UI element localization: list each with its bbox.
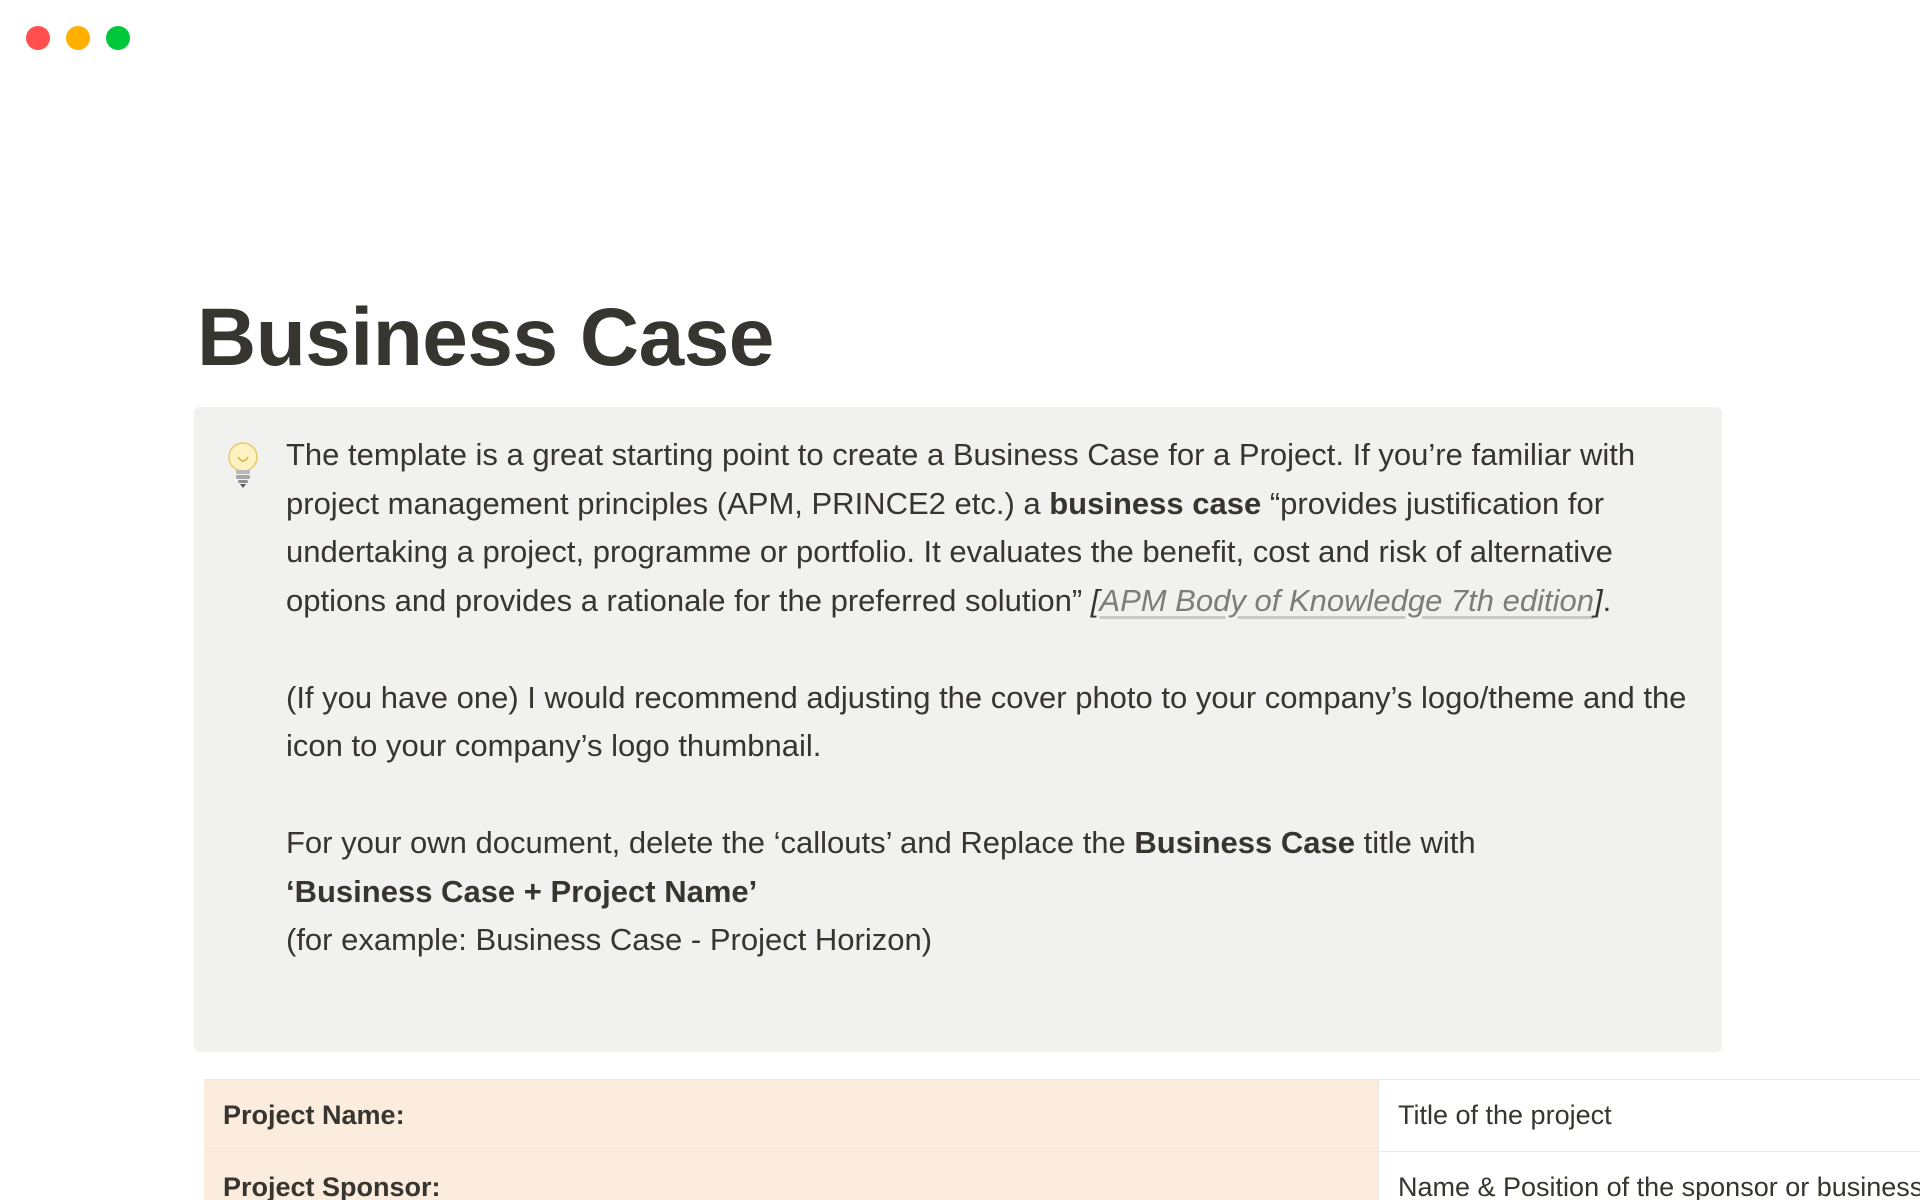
callout-block[interactable]: The template is a great starting point t… bbox=[194, 407, 1722, 1052]
close-window-button[interactable] bbox=[26, 26, 50, 50]
minimize-window-button[interactable] bbox=[66, 26, 90, 50]
business-case-bold: business case bbox=[1049, 485, 1262, 521]
table-row: Project Sponsor: Name & Position of the … bbox=[204, 1152, 1920, 1200]
lightbulb-icon[interactable] bbox=[226, 441, 260, 489]
business-case-title-bold: Business Case bbox=[1134, 825, 1355, 860]
example-text: (for example: Business Case - Project Ho… bbox=[286, 922, 933, 957]
callout-paragraph-cover: (If you have one) I would recommend adju… bbox=[286, 679, 1687, 764]
table-cell-label[interactable]: Project Name: bbox=[204, 1080, 1379, 1151]
table-cell-label[interactable]: Project Sponsor: bbox=[204, 1152, 1379, 1200]
project-info-table: Project Name: Title of the project Proje… bbox=[204, 1079, 1920, 1200]
apm-body-of-knowledge-link[interactable]: APM Body of Knowledge 7th edition bbox=[1099, 583, 1594, 618]
instructions-text: For your own document, delete the ‘callo… bbox=[286, 825, 1135, 860]
callout-text: The template is a great starting point t… bbox=[286, 431, 1704, 965]
table-row: Project Name: Title of the project bbox=[204, 1080, 1920, 1152]
zoom-window-button[interactable] bbox=[106, 26, 130, 50]
app-window: Business Case The template is a great st… bbox=[0, 0, 1920, 1200]
period-text: . bbox=[1602, 582, 1612, 618]
callout-paragraph-intro: The template is a great starting point t… bbox=[286, 431, 1704, 625]
table-cell-value[interactable]: Title of the project bbox=[1379, 1080, 1920, 1151]
project-name-format-bold: ‘Business Case + Project Name’ bbox=[286, 873, 758, 909]
callout-paragraph-instructions: For your own document, delete the ‘callo… bbox=[286, 819, 1704, 965]
title-with-text: title with bbox=[1354, 825, 1476, 860]
table-cell-value[interactable]: Name & Position of the sponsor or busine… bbox=[1379, 1152, 1920, 1200]
window-controls bbox=[26, 26, 130, 50]
bracket-close: ] bbox=[1593, 582, 1603, 618]
page-title[interactable]: Business Case bbox=[197, 290, 774, 386]
